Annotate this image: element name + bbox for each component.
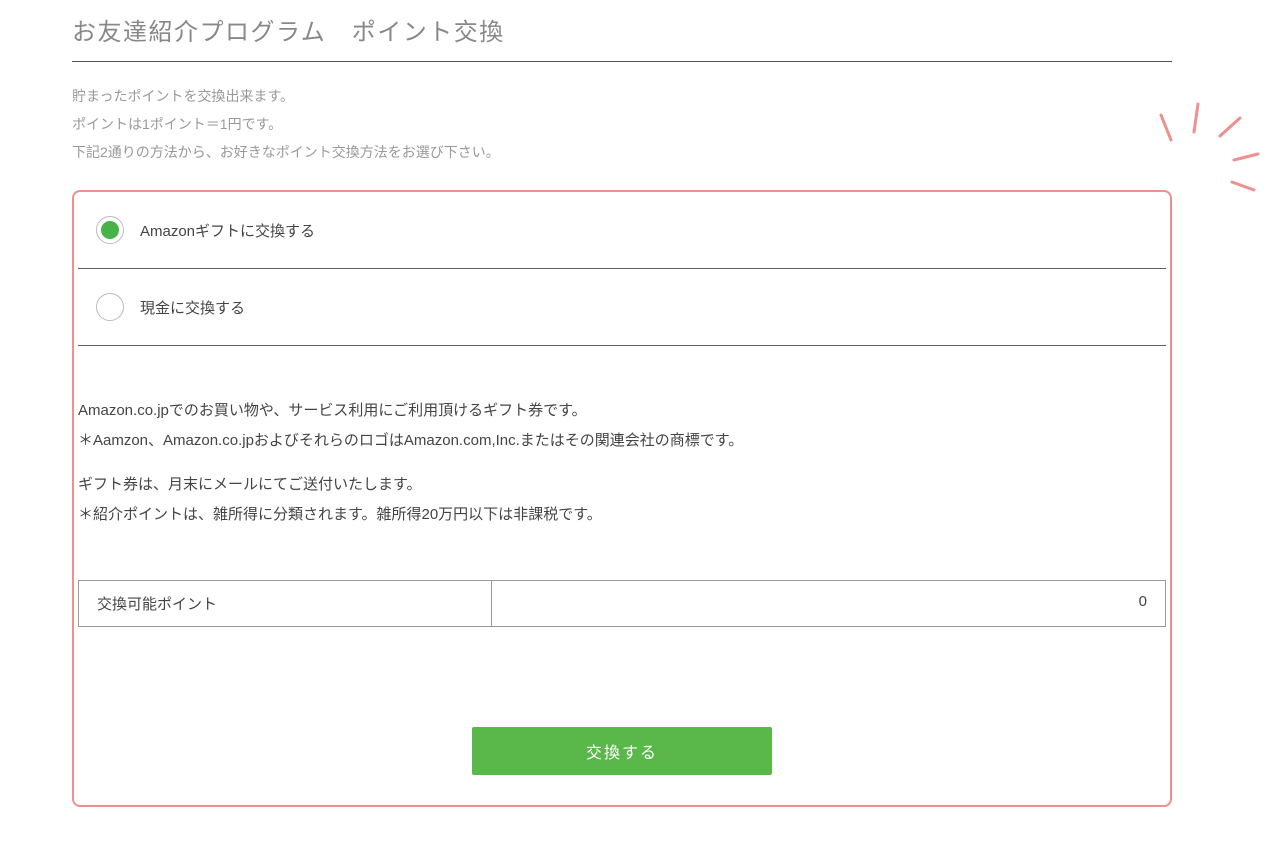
option-cash-label: 現金に交換する [140,297,245,318]
points-table: 交換可能ポイント 0 [78,580,1166,627]
radio-icon-unselected [96,293,124,321]
desc-line-4: ＊紹介ポイントは、雑所得に分類されます。雑所得20万円以下は非課税です。 [78,500,1166,530]
option-amazon[interactable]: Amazonギフトに交換する [78,210,1166,269]
option-amazon-label: Amazonギフトに交換する [140,220,315,241]
radio-icon-selected [96,216,124,244]
description-block: Amazon.co.jpでのお買い物や、サービス利用にご利用頂けるギフト券です。… [74,346,1170,530]
intro-text: 貯まったポイントを交換出来ます。 ポイントは1ポイント＝1円です。 下記2通りの… [72,82,1172,166]
exchange-button[interactable]: 交換する [472,727,772,775]
points-value: 0 [492,581,1165,626]
desc-line-3: ギフト券は、月末にメールにてご送付いたします。 [78,470,1166,500]
page-title: お友達紹介プログラム ポイント交換 [72,12,1172,62]
intro-line-3: 下記2通りの方法から、お好きなポイント交換方法をお選び下さい。 [72,138,1172,166]
option-cash[interactable]: 現金に交換する [78,269,1166,346]
intro-line-1: 貯まったポイントを交換出来ます。 [72,82,1172,110]
exchange-card: Amazonギフトに交換する 現金に交換する Amazon.co.jpでのお買い… [72,190,1172,807]
desc-line-2: ＊Aamzon、Amazon.co.jpおよびそれらのロゴはAmazon.com… [78,426,1166,456]
points-label: 交換可能ポイント [79,581,492,626]
desc-line-1: Amazon.co.jpでのお買い物や、サービス利用にご利用頂けるギフト券です。 [78,396,1166,426]
intro-line-2: ポイントは1ポイント＝1円です。 [72,110,1172,138]
